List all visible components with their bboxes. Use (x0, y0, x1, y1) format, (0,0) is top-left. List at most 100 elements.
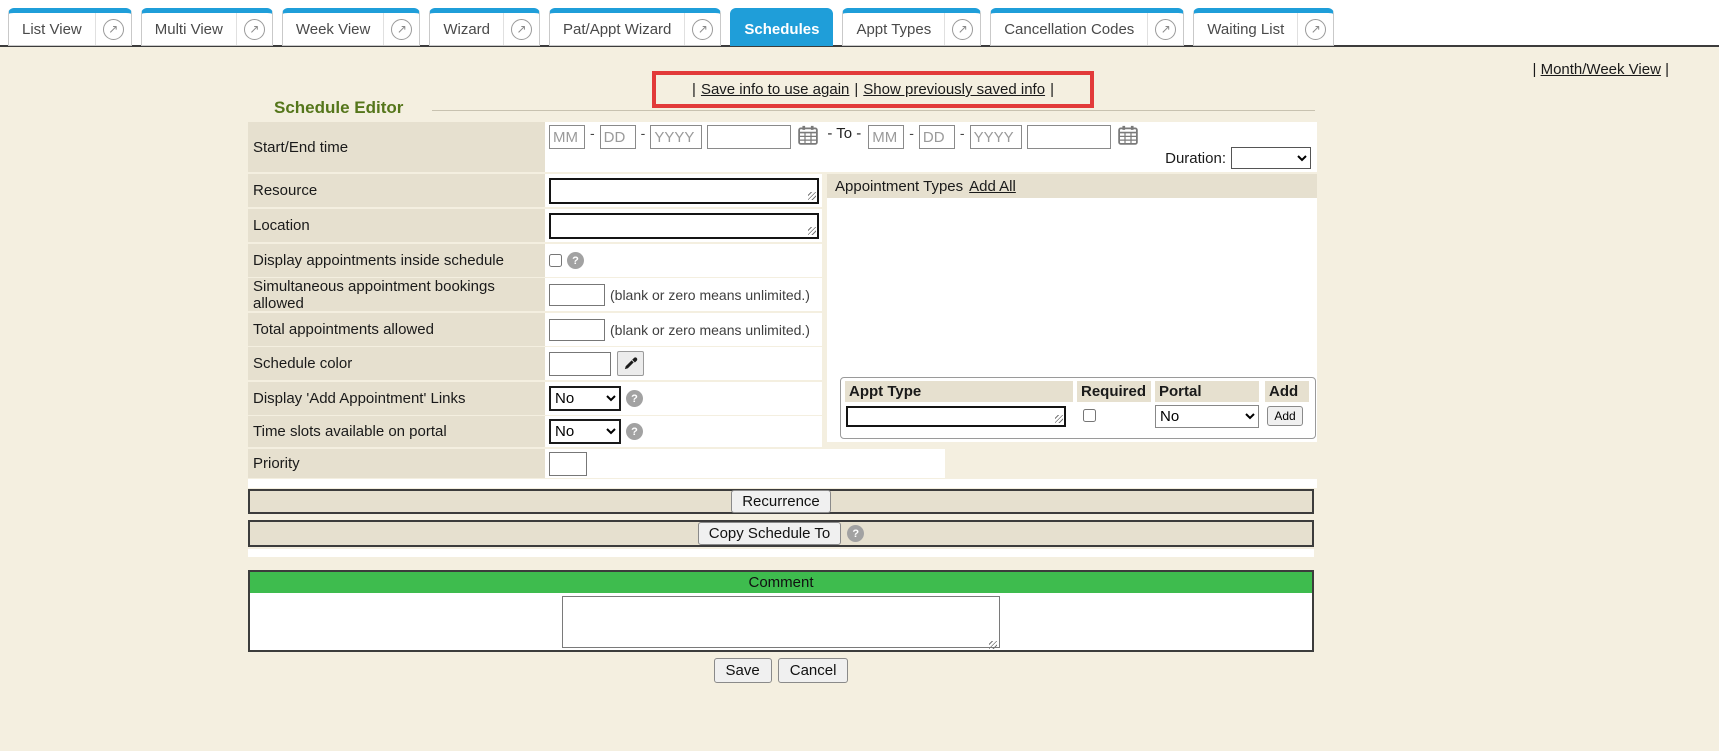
row-resource: Resource (248, 174, 822, 207)
help-icon[interactable]: ? (847, 525, 864, 542)
duration-select[interactable] (1231, 147, 1311, 169)
field-label: Display 'Add Appointment' Links (248, 382, 545, 415)
open-in-new-icon[interactable]: ↗ (684, 13, 720, 45)
copy-schedule-bar: Copy Schedule To ? (248, 520, 1314, 547)
start-end-cell: - - - To - - - (545, 122, 1317, 172)
tab-waiting-list[interactable]: Waiting List ↗ (1193, 8, 1334, 46)
tab-label: Week View (283, 13, 383, 45)
location-input[interactable] (549, 213, 819, 239)
tab-list-view[interactable]: List View ↗ (8, 8, 132, 46)
row-time-slots-portal: Time slots available on portal No ? (248, 416, 822, 447)
tab-schedules[interactable]: Schedules (730, 8, 833, 46)
field-label: Display appointments inside schedule (248, 244, 545, 277)
arrow-up-right-icon: ↗ (1305, 19, 1326, 40)
copy-schedule-to-button[interactable]: Copy Schedule To (698, 522, 841, 545)
location-cell (545, 209, 822, 242)
date-dash: - (960, 125, 965, 141)
pipe: | (1533, 61, 1537, 78)
tab-wizard[interactable]: Wizard ↗ (429, 8, 540, 46)
unlimited-note: (blank or zero means unlimited.) (610, 287, 810, 303)
legend-divider (432, 110, 1315, 111)
help-icon[interactable]: ? (626, 423, 643, 440)
start-year-input[interactable] (650, 125, 702, 149)
open-in-new-icon[interactable]: ↗ (236, 13, 272, 45)
open-in-new-icon[interactable]: ↗ (944, 13, 980, 45)
display-appointments-checkbox[interactable] (549, 254, 562, 267)
appt-type-input[interactable] (846, 406, 1066, 427)
field-label: Resource (248, 174, 545, 207)
duration-field: Duration: (1165, 147, 1311, 169)
priority-input[interactable] (549, 452, 587, 476)
spacer-strip (248, 479, 1317, 488)
calendar-icon[interactable] (798, 125, 818, 145)
tab-label: Wizard (430, 13, 503, 45)
row-priority: Priority (248, 449, 945, 478)
start-day-input[interactable] (600, 125, 636, 149)
field-label: Start/End time (248, 122, 545, 172)
end-day-input[interactable] (919, 125, 955, 149)
column-header-portal: Portal (1155, 381, 1259, 402)
eyedropper-icon[interactable] (617, 351, 644, 376)
save-button[interactable]: Save (714, 658, 772, 683)
simultaneous-bookings-input[interactable] (549, 284, 605, 306)
unlimited-note: (blank or zero means unlimited.) (610, 322, 810, 338)
calendar-icon[interactable] (1118, 125, 1138, 145)
end-year-input[interactable] (970, 125, 1022, 149)
field-label: Simultaneous appointment bookings allowe… (248, 278, 545, 311)
tab-multi-view[interactable]: Multi View ↗ (141, 8, 273, 46)
page-title: Schedule Editor (274, 98, 403, 118)
total-appointments-input[interactable] (549, 319, 605, 341)
row-display-appointments: Display appointments inside schedule ? (248, 244, 822, 277)
add-appointment-links-select[interactable]: No (549, 386, 621, 411)
month-week-view-link[interactable]: Month/Week View (1541, 61, 1661, 78)
start-month-input[interactable] (549, 125, 585, 149)
tab-appt-types[interactable]: Appt Types ↗ (842, 8, 981, 46)
tab-label: Waiting List (1194, 13, 1297, 45)
open-in-new-icon[interactable]: ↗ (1147, 13, 1183, 45)
arrow-up-right-icon: ↗ (952, 19, 973, 40)
tab-cancellation-codes[interactable]: Cancellation Codes ↗ (990, 8, 1184, 46)
add-all-link[interactable]: Add All (969, 178, 1016, 195)
open-in-new-icon[interactable]: ↗ (1297, 13, 1333, 45)
time-slots-portal-select[interactable]: No (549, 419, 621, 444)
month-week-view-linkbar: | Month/Week View | (1533, 61, 1670, 78)
start-time-input[interactable] (707, 125, 791, 149)
recurrence-button[interactable]: Recurrence (731, 490, 831, 513)
add-button[interactable]: Add (1267, 406, 1303, 426)
pipe: | (1665, 61, 1669, 78)
recurrence-bar: Recurrence (248, 489, 1314, 514)
field-label: Total appointments allowed (248, 313, 545, 346)
field-label: Schedule color (248, 347, 545, 380)
appointment-types-title: Appointment Types (835, 178, 963, 195)
date-dash: - (641, 125, 646, 141)
tab-label: Cancellation Codes (991, 13, 1147, 45)
tab-pat-appt-wizard[interactable]: Pat/Appt Wizard ↗ (549, 8, 721, 46)
tab-week-view[interactable]: Week View ↗ (282, 8, 420, 46)
schedule-color-input[interactable] (549, 352, 611, 376)
add-appointment-links-cell: No ? (545, 382, 822, 415)
field-label: Location (248, 209, 545, 242)
arrow-up-right-icon: ↗ (244, 19, 265, 40)
tab-label: Appt Types (843, 13, 944, 45)
row-simultaneous-bookings: Simultaneous appointment bookings allowe… (248, 278, 822, 311)
cancel-button[interactable]: Cancel (778, 658, 849, 683)
required-checkbox[interactable] (1083, 409, 1096, 422)
end-month-input[interactable] (868, 125, 904, 149)
help-icon[interactable]: ? (567, 252, 584, 269)
tab-label: Schedules (731, 13, 832, 45)
open-in-new-icon[interactable]: ↗ (383, 13, 419, 45)
help-icon[interactable]: ? (626, 390, 643, 407)
duration-label: Duration: (1165, 150, 1226, 167)
arrow-up-right-icon: ↗ (103, 19, 124, 40)
show-saved-info-link[interactable]: Show previously saved info (863, 81, 1045, 98)
open-in-new-icon[interactable]: ↗ (503, 13, 539, 45)
end-time-input[interactable] (1027, 125, 1111, 149)
save-info-link[interactable]: Save info to use again (701, 81, 849, 98)
comment-textarea[interactable] (562, 596, 1000, 648)
resource-input[interactable] (549, 178, 819, 204)
row-total-appointments: Total appointments allowed (blank or zer… (248, 313, 822, 346)
arrow-up-right-icon: ↗ (692, 19, 713, 40)
portal-select[interactable]: No (1155, 405, 1259, 428)
comment-header: Comment (250, 572, 1312, 593)
open-in-new-icon[interactable]: ↗ (95, 13, 131, 45)
